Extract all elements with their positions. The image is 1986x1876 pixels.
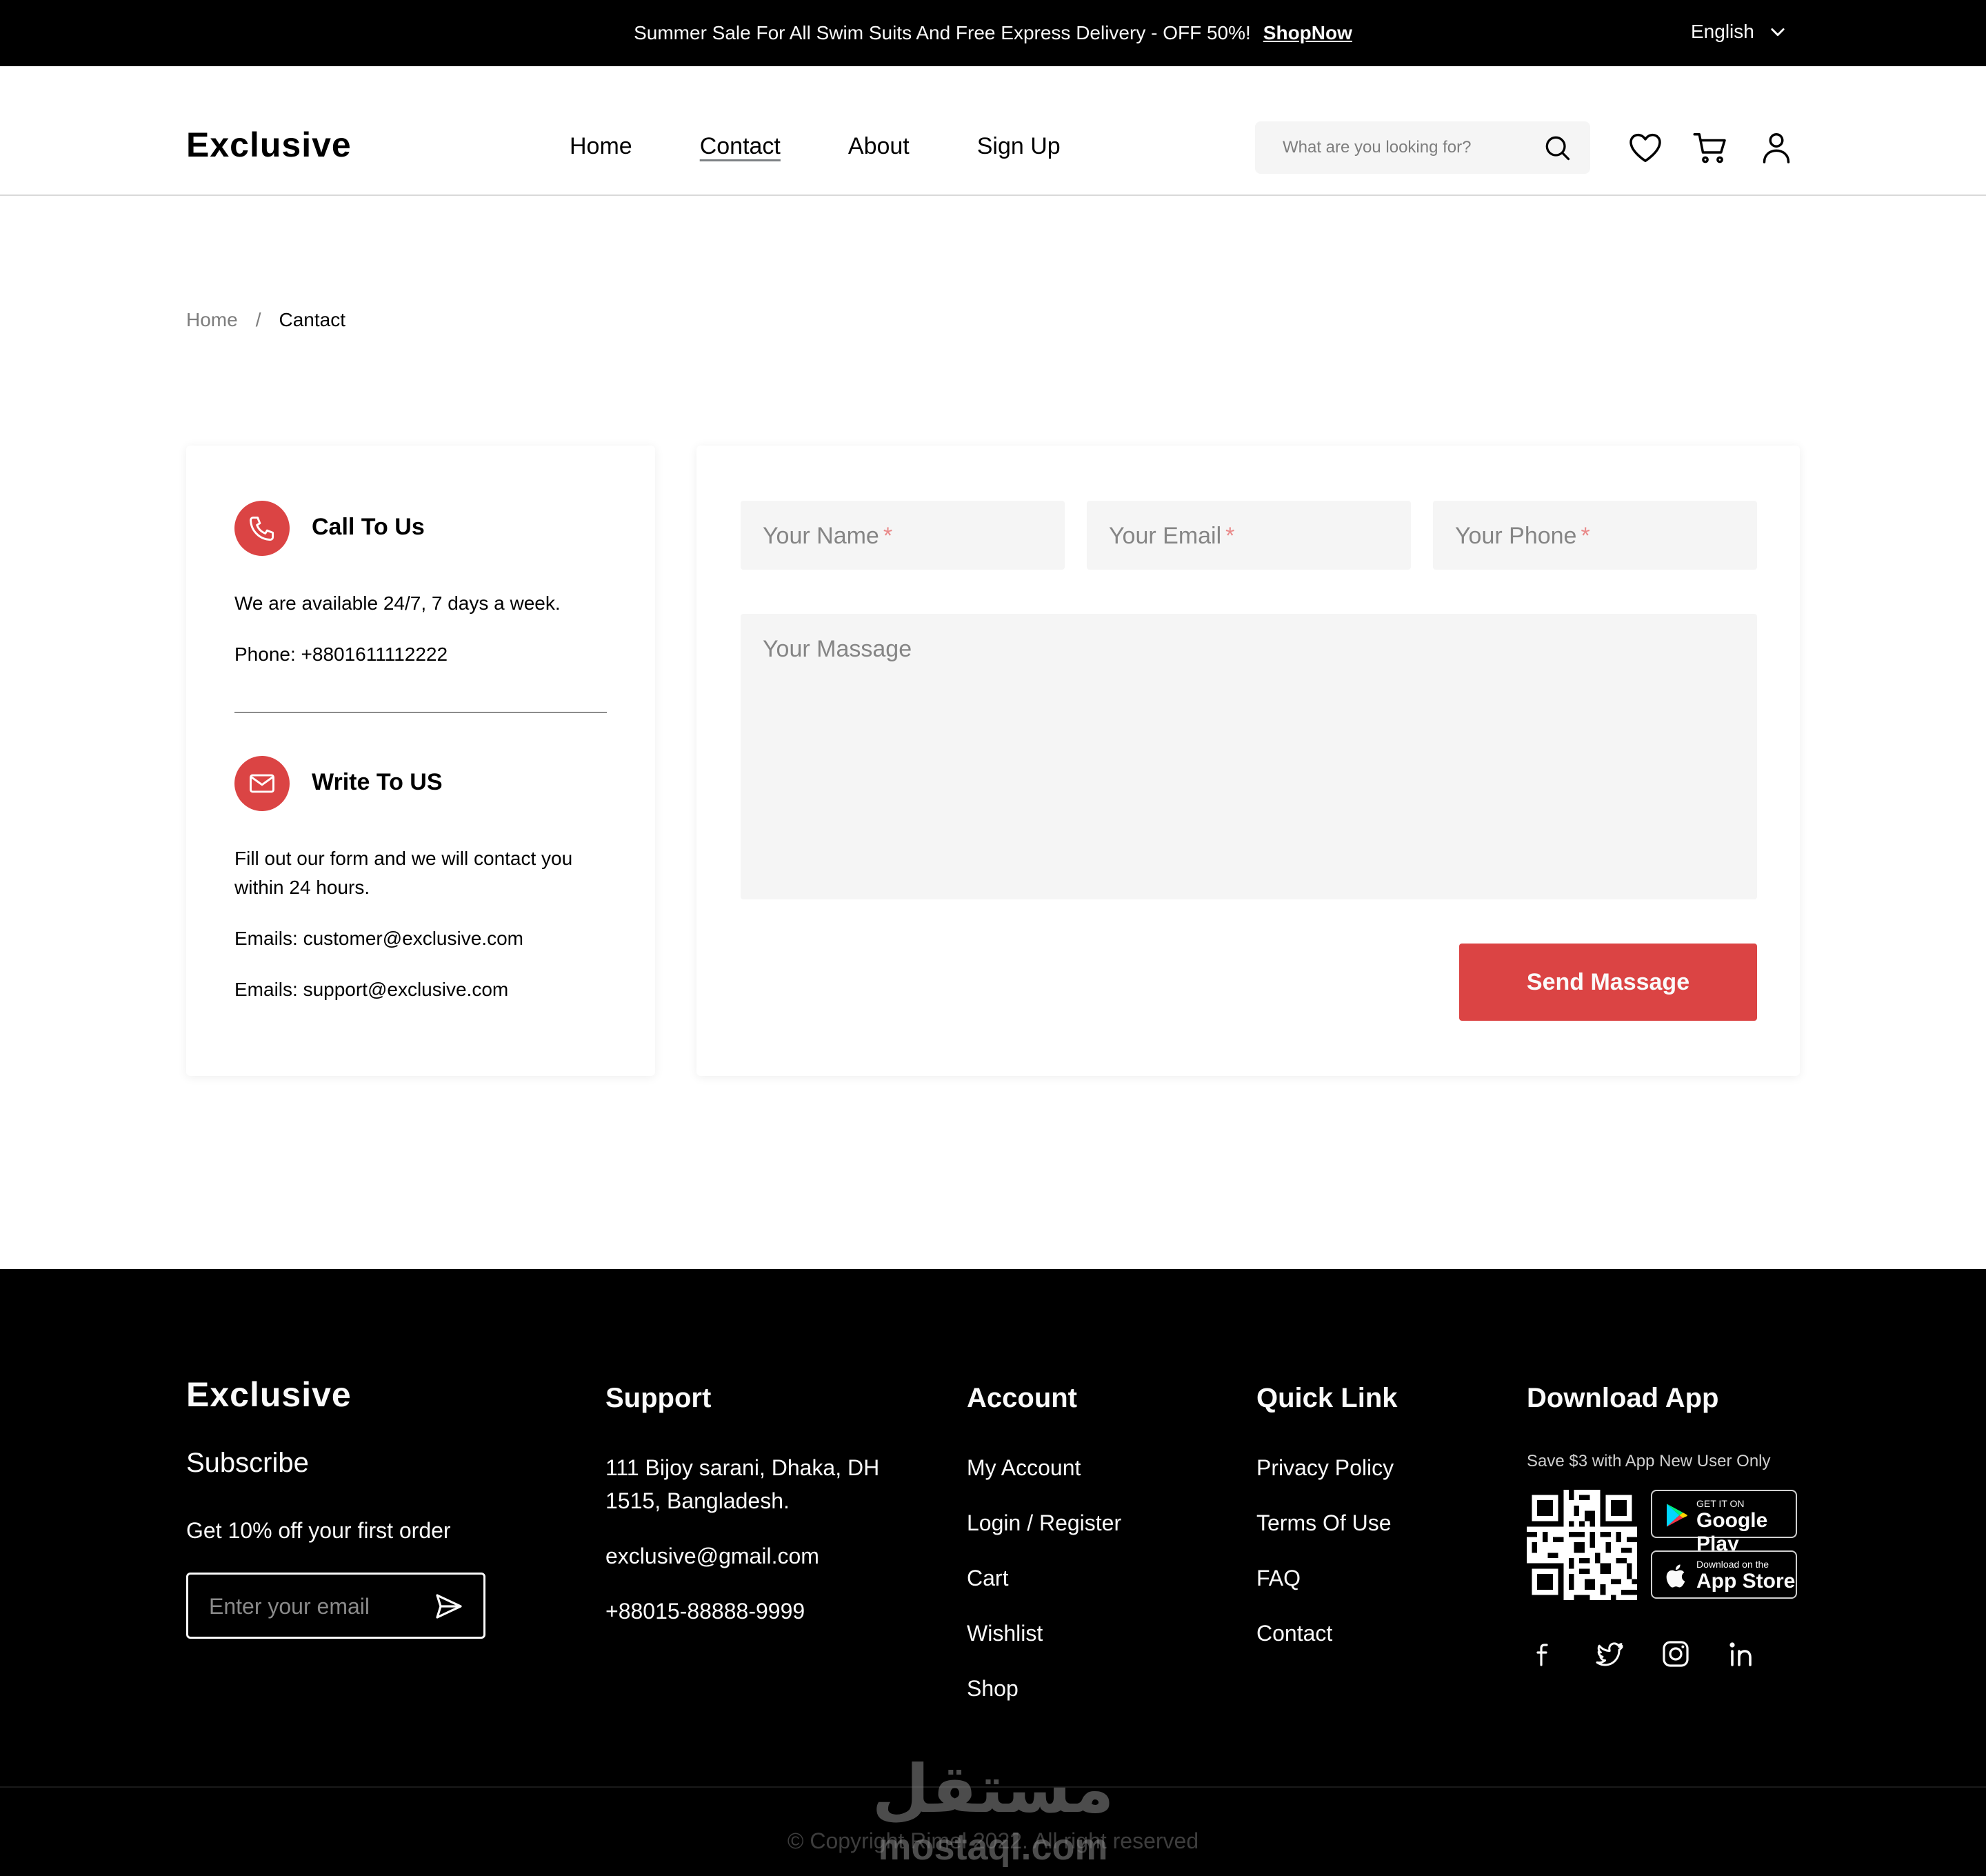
footer-link-privacy-policy[interactable]: Privacy Policy (1256, 1451, 1394, 1484)
chevron-down-icon (1771, 28, 1785, 37)
search-input[interactable] (1283, 135, 1531, 160)
google-play-icon (1667, 1504, 1687, 1527)
account-column: My Account Login / Register Cart Wishlis… (967, 1451, 1121, 1727)
footer-link-cart[interactable]: Cart (967, 1561, 1121, 1595)
google-play-label: Google Play (1696, 1509, 1768, 1555)
phone-icon (234, 501, 290, 556)
site-footer: Exclusive Subscribe Get 10% off your fir… (0, 1269, 1986, 1876)
instagram-icon[interactable] (1656, 1635, 1695, 1673)
divider (234, 712, 607, 713)
name-field[interactable]: Your Name * (741, 501, 1065, 570)
subscribe-email-input[interactable] (209, 1593, 416, 1620)
footer-link-my-account[interactable]: My Account (967, 1451, 1121, 1484)
copyright-icon: © (787, 1828, 804, 1853)
breadcrumb-current: Cantact (279, 309, 345, 330)
footer-logo[interactable]: Exclusive (186, 1374, 352, 1415)
qr-code-icon (1527, 1490, 1637, 1600)
app-store-small-label: Download on the (1696, 1559, 1769, 1570)
heart-icon[interactable] (1626, 128, 1665, 167)
breadcrumb: Home / Cantact (186, 306, 345, 334)
shop-now-link[interactable]: ShopNow (1263, 22, 1352, 43)
write-description: Fill out our form and we will contact yo… (234, 848, 573, 898)
linkedin-icon[interactable] (1723, 1635, 1761, 1673)
call-to-us-title: Call To Us (312, 514, 425, 540)
subscribe-title: Subscribe (186, 1448, 309, 1478)
language-selector[interactable]: English (1691, 19, 1787, 44)
phone-text: Phone: +8801611112222 (234, 643, 448, 665)
cart-icon[interactable] (1691, 128, 1729, 167)
support-column: 111 Bijoy sarani, Dhaka, DH 1515, Bangla… (605, 1451, 895, 1650)
phone-placeholder: Your Phone * (1455, 523, 1590, 549)
search-icon[interactable] (1542, 132, 1572, 163)
language-label: English (1691, 21, 1754, 42)
send-icon[interactable] (432, 1590, 465, 1623)
nav-about[interactable]: About (848, 131, 910, 161)
search-box (1255, 121, 1590, 174)
footer-link-shop[interactable]: Shop (967, 1672, 1121, 1705)
site-header: Exclusive Home Contact About Sign Up (0, 66, 1986, 196)
account-title: Account (967, 1383, 1077, 1413)
phone-field[interactable]: Your Phone * (1433, 501, 1757, 570)
site-logo[interactable]: Exclusive (186, 124, 352, 166)
nav-sign-up[interactable]: Sign Up (977, 131, 1061, 161)
app-store-label: App Store (1696, 1570, 1796, 1593)
support-title: Support (605, 1383, 712, 1413)
email-field[interactable]: Your Email * (1087, 501, 1411, 570)
promo-text: Summer Sale For All Swim Suits And Free … (634, 22, 1251, 43)
write-to-us-title: Write To US (312, 769, 443, 795)
email-placeholder: Your Email * (1109, 523, 1235, 549)
breadcrumb-separator: / (255, 309, 261, 330)
contact-form-card: Your Name * Your Email * Your Phone * Your … (696, 446, 1800, 1076)
promo-banner: Summer Sale For All Swim Suits And Free … (0, 21, 1986, 46)
top-announcement-bar: Summer Sale For All Swim Suits And Free … (0, 0, 1986, 66)
apple-icon (1666, 1564, 1685, 1588)
subscribe-form (186, 1573, 485, 1639)
breadcrumb-home[interactable]: Home (186, 306, 238, 334)
send-message-button[interactable]: Send Massage (1459, 944, 1757, 1021)
footer-link-contact[interactable]: Contact (1256, 1617, 1394, 1650)
twitter-icon[interactable] (1590, 1635, 1629, 1673)
footer-link-wishlist[interactable]: Wishlist (967, 1617, 1121, 1650)
quick-link-column: Privacy Policy Terms Of Use FAQ Contact (1256, 1451, 1394, 1672)
contact-info-card: Call To Us We are available 24/7, 7 days… (186, 446, 655, 1076)
footer-link-faq[interactable]: FAQ (1256, 1561, 1394, 1595)
nav-home[interactable]: Home (570, 131, 632, 161)
main-nav: Home Contact About Sign Up (570, 131, 1128, 161)
support-phone[interactable]: +88015-88888-9999 (605, 1595, 895, 1628)
facebook-icon[interactable] (1524, 1635, 1563, 1673)
customer-email-text: Emails: customer@exclusive.com (234, 928, 523, 949)
message-placeholder: Your Massage (763, 636, 912, 662)
mostaql-watermark: مستقل mostaql.com (869, 1752, 1117, 1869)
app-discount-note: Save $3 with App New User Only (1527, 1452, 1771, 1470)
message-textarea[interactable]: Your Massage (741, 614, 1757, 899)
watermark-latin: mostaql.com (878, 1826, 1108, 1868)
support-email-text: Emails: support@exclusive.com (234, 979, 509, 1000)
google-play-button[interactable]: GET IT ON Google Play (1651, 1490, 1797, 1555)
support-email[interactable]: exclusive@gmail.com (605, 1539, 895, 1573)
user-icon[interactable] (1757, 128, 1796, 167)
name-placeholder: Your Name * (763, 523, 893, 549)
google-play-small-label: GET IT ON (1696, 1498, 1745, 1509)
mail-icon (234, 756, 290, 811)
app-store-button[interactable]: Download on the App Store (1651, 1550, 1797, 1599)
quick-link-title: Quick Link (1256, 1383, 1398, 1413)
download-app-title: Download App (1527, 1383, 1719, 1413)
footer-link-terms-of-use[interactable]: Terms Of Use (1256, 1506, 1394, 1539)
nav-contact[interactable]: Contact (700, 131, 781, 161)
footer-link-login-register[interactable]: Login / Register (967, 1506, 1121, 1539)
availability-text: We are available 24/7, 7 days a week. (234, 592, 561, 614)
support-address: 111 Bijoy sarani, Dhaka, DH 1515, Bangla… (605, 1455, 880, 1513)
subscribe-offer: Get 10% off your first order (186, 1518, 451, 1543)
watermark-arabic: مستقل (872, 1753, 1114, 1826)
